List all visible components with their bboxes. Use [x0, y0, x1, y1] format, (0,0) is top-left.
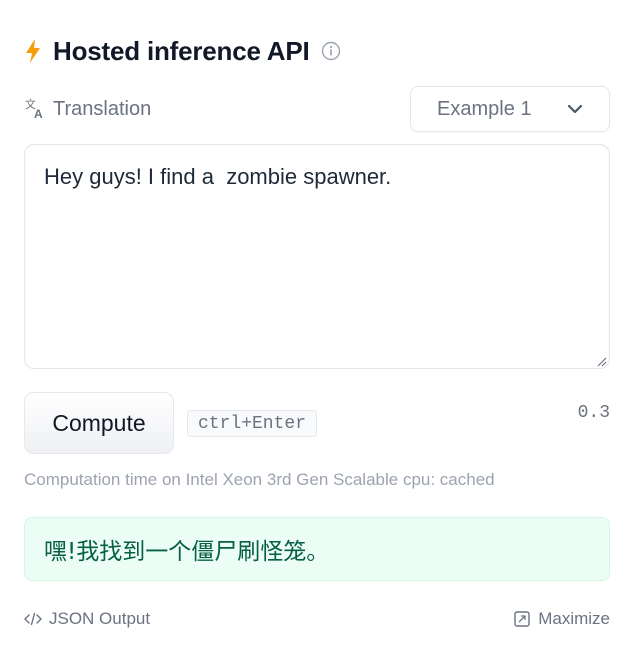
- json-output-link[interactable]: JSON Output: [24, 609, 150, 629]
- code-icon: [24, 610, 42, 628]
- widget-title: Hosted inference API: [53, 35, 310, 66]
- svg-text:A: A: [34, 107, 43, 120]
- task-name: Translation: [53, 97, 152, 120]
- chevron-down-icon: [567, 101, 583, 117]
- widget-footer: JSON Output Maximize: [24, 606, 610, 632]
- output-text: 嘿!我找到一个僵尸刷怪笼。: [44, 539, 330, 565]
- example-select-value: Example 1: [437, 97, 532, 120]
- example-select[interactable]: Example 1: [410, 86, 610, 132]
- computation-time-text: Computation time on Intel Xeon 3rd Gen S…: [24, 470, 495, 489]
- timing-value: 0.3: [577, 403, 610, 423]
- maximize-label: Maximize: [538, 609, 610, 628]
- input-textarea[interactable]: Hey guys! I find a zombie spawner.: [24, 144, 610, 369]
- json-output-label: JSON Output: [49, 609, 151, 628]
- maximize-icon: [513, 610, 531, 628]
- compute-row: Compute ctrl+Enter 0.3: [24, 392, 610, 454]
- translate-icon: 文 A: [24, 98, 46, 120]
- compute-button[interactable]: Compute: [24, 392, 174, 454]
- lightning-bolt-icon: [24, 38, 42, 64]
- task-label: 文 A Translation: [24, 98, 151, 121]
- info-icon[interactable]: [321, 41, 341, 61]
- maximize-link[interactable]: Maximize: [513, 609, 610, 629]
- resize-handle-icon[interactable]: [596, 356, 607, 367]
- output-box: 嘿!我找到一个僵尸刷怪笼。: [24, 517, 610, 581]
- shortcut-hint: ctrl+Enter: [187, 410, 318, 437]
- widget-header: Hosted inference API: [24, 36, 341, 66]
- task-row: 文 A Translation Example 1: [24, 86, 610, 132]
